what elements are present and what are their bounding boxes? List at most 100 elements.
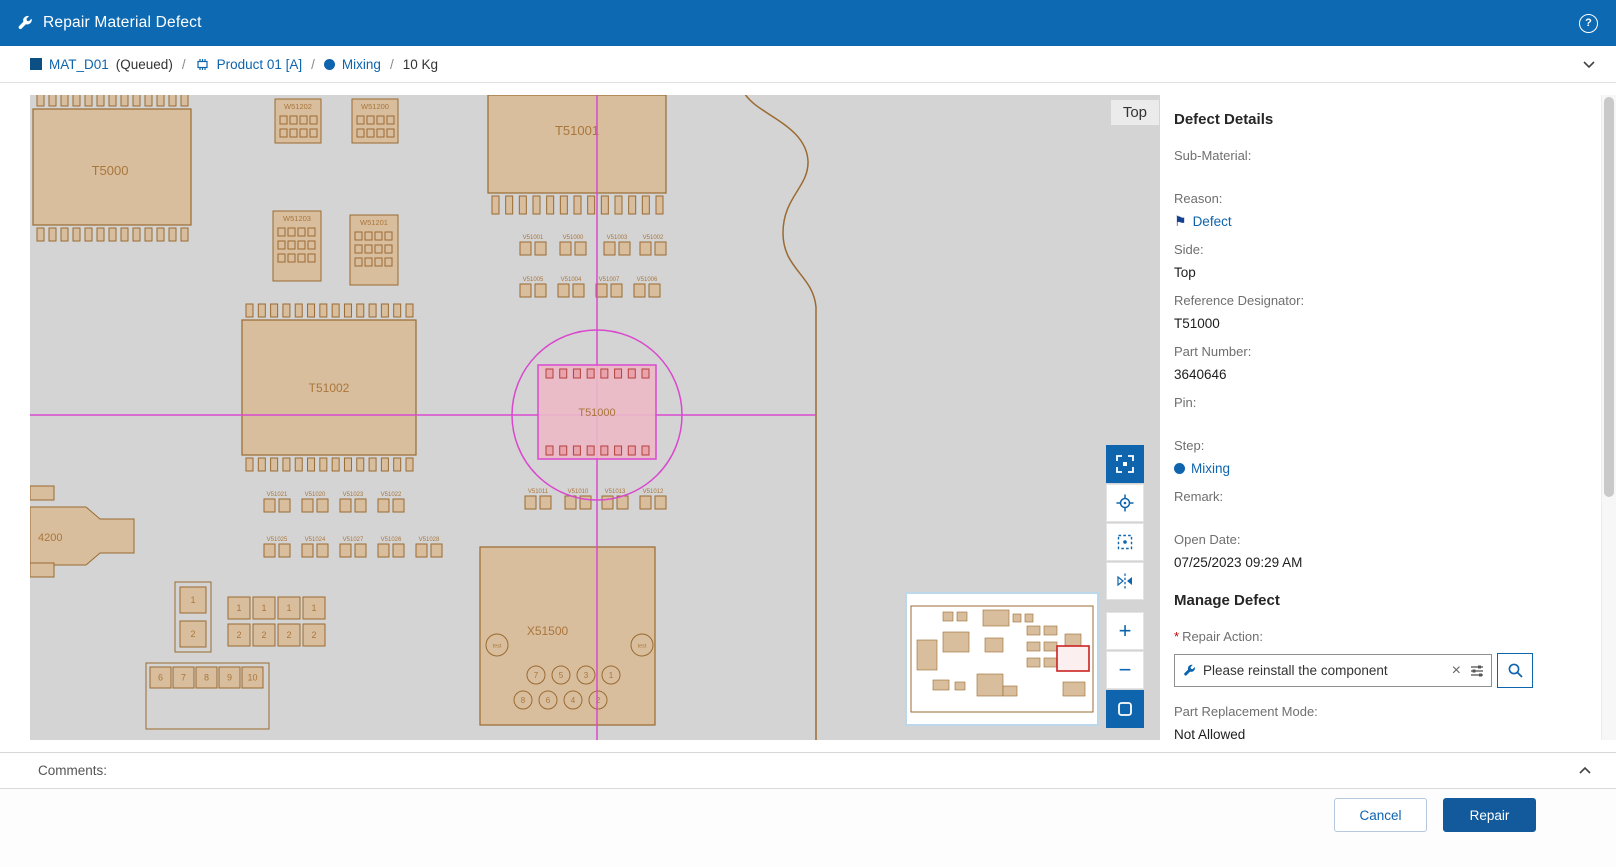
breadcrumb-material-link[interactable]: MAT_D01 <box>49 57 109 72</box>
cancel-button[interactable]: Cancel <box>1334 798 1427 832</box>
viewer-toolbar-zoom: + − <box>1106 612 1144 728</box>
fit-view-button[interactable] <box>1106 445 1144 483</box>
remark-label: Remark: <box>1174 489 1593 504</box>
main-content: T5000T51001T51002W51202W51200W51203W5120… <box>0 83 1616 752</box>
svg-text:2: 2 <box>190 629 195 639</box>
minimap-canvas <box>907 594 1097 724</box>
toggle-minimap-button[interactable] <box>1106 690 1144 728</box>
product-icon <box>195 57 210 72</box>
svg-text:T51000: T51000 <box>578 407 615 419</box>
field-open-date: Open Date: 07/25/2023 09:29 AM <box>1174 532 1593 570</box>
scrollbar-thumb[interactable] <box>1604 97 1614 497</box>
svg-text:T51001: T51001 <box>555 123 599 138</box>
flag-icon: ⚑ <box>1174 214 1187 228</box>
svg-text:9: 9 <box>227 673 232 683</box>
minimap[interactable] <box>905 592 1099 726</box>
svg-text:5: 5 <box>559 671 564 680</box>
svg-text:6: 6 <box>546 696 551 705</box>
field-side: Side: Top <box>1174 242 1593 280</box>
sub-material-value <box>1174 170 1593 178</box>
part-replacement-mode-label: Part Replacement Mode: <box>1174 704 1593 719</box>
svg-text:8: 8 <box>521 696 526 705</box>
breadcrumb-separator: / <box>309 57 317 72</box>
svg-text:2: 2 <box>236 630 241 640</box>
search-repair-action-button[interactable] <box>1497 653 1533 688</box>
svg-text:V51010: V51010 <box>568 489 589 495</box>
svg-text:V51000: V51000 <box>563 235 584 241</box>
field-part-replacement-mode: Part Replacement Mode: Not Allowed <box>1174 704 1593 740</box>
required-asterisk: * <box>1174 629 1179 644</box>
svg-text:2: 2 <box>261 630 266 640</box>
zoom-out-button[interactable]: − <box>1106 651 1144 689</box>
help-button[interactable]: ? <box>1579 14 1598 33</box>
field-part-number: Part Number: 3640646 <box>1174 344 1593 382</box>
region-select-icon <box>1116 533 1134 551</box>
svg-text:V51005: V51005 <box>523 277 544 283</box>
svg-text:V51002: V51002 <box>643 235 664 241</box>
pin-label: Pin: <box>1174 395 1593 410</box>
clear-repair-action-button[interactable]: × <box>1450 662 1463 680</box>
svg-text:7: 7 <box>181 673 186 683</box>
filter-icon[interactable] <box>1470 664 1484 678</box>
comments-label: Comments: <box>38 763 107 778</box>
defect-details-panel: Defect Details Sub-Material: Reason: ⚑ D… <box>1160 95 1601 740</box>
svg-text:1: 1 <box>261 603 266 613</box>
svg-text:1: 1 <box>190 595 195 605</box>
svg-text:1: 1 <box>236 603 241 613</box>
panel-scrollbar[interactable] <box>1601 95 1616 740</box>
sub-material-label: Sub-Material: <box>1174 148 1593 163</box>
plus-icon: + <box>1119 620 1132 642</box>
board-side-label: Top <box>1111 100 1159 125</box>
svg-text:V51027: V51027 <box>343 537 364 543</box>
flip-board-button[interactable] <box>1106 562 1144 600</box>
page-title: Repair Material Defect <box>43 14 202 32</box>
wrench-icon <box>1182 664 1196 678</box>
breadcrumb-separator: / <box>388 57 396 72</box>
svg-text:V51011: V51011 <box>528 489 549 495</box>
pcb-viewer[interactable]: T5000T51001T51002W51202W51200W51203W5120… <box>30 95 1160 740</box>
fit-view-icon <box>1116 455 1134 473</box>
svg-text:W51201: W51201 <box>360 218 388 227</box>
wrench-icon <box>16 15 33 32</box>
svg-text:3: 3 <box>584 671 589 680</box>
svg-text:V51001: V51001 <box>523 235 544 241</box>
open-date-label: Open Date: <box>1174 532 1593 547</box>
svg-text:2: 2 <box>311 630 316 640</box>
svg-text:W51202: W51202 <box>284 102 312 111</box>
part-number-label: Part Number: <box>1174 344 1593 359</box>
crosshair-icon <box>1116 494 1134 512</box>
svg-text:V51021: V51021 <box>267 492 288 498</box>
reference-designator-label: Reference Designator: <box>1174 293 1593 308</box>
viewer-toolbar-top <box>1106 445 1144 600</box>
svg-text:V51026: V51026 <box>381 537 402 543</box>
region-zoom-button[interactable] <box>1106 523 1144 561</box>
search-icon <box>1507 662 1524 679</box>
breadcrumb-product-link[interactable]: Product 01 [A] <box>217 57 303 72</box>
svg-text:8: 8 <box>204 673 209 683</box>
collapse-breadcrumb-button[interactable] <box>1580 58 1598 71</box>
center-selection-button[interactable] <box>1106 484 1144 522</box>
svg-text:X51500: X51500 <box>527 624 569 638</box>
svg-text:4200: 4200 <box>38 532 62 544</box>
zoom-in-button[interactable]: + <box>1106 612 1144 650</box>
svg-text:1: 1 <box>609 671 614 680</box>
material-icon <box>30 58 42 70</box>
svg-text:V51007: V51007 <box>599 277 620 283</box>
step-link[interactable]: Mixing <box>1191 461 1230 476</box>
breadcrumb-separator: / <box>180 57 188 72</box>
repair-button[interactable]: Repair <box>1443 798 1536 832</box>
repair-action-input[interactable]: Please reinstall the component × <box>1174 654 1492 687</box>
step-icon <box>324 59 335 70</box>
flip-horizontal-icon <box>1116 572 1134 590</box>
defect-details-title: Defect Details <box>1174 111 1593 128</box>
breadcrumb-step-link[interactable]: Mixing <box>342 57 381 72</box>
svg-text:test: test <box>638 644 647 650</box>
expand-comments-button[interactable] <box>1576 764 1594 777</box>
svg-text:W51203: W51203 <box>283 214 311 223</box>
reason-link[interactable]: Defect <box>1193 214 1232 229</box>
svg-text:test: test <box>493 644 502 650</box>
part-number-value: 3640646 <box>1174 366 1593 382</box>
part-replacement-mode-value: Not Allowed <box>1174 726 1593 740</box>
reason-label: Reason: <box>1174 191 1593 206</box>
field-sub-material: Sub-Material: <box>1174 148 1593 178</box>
